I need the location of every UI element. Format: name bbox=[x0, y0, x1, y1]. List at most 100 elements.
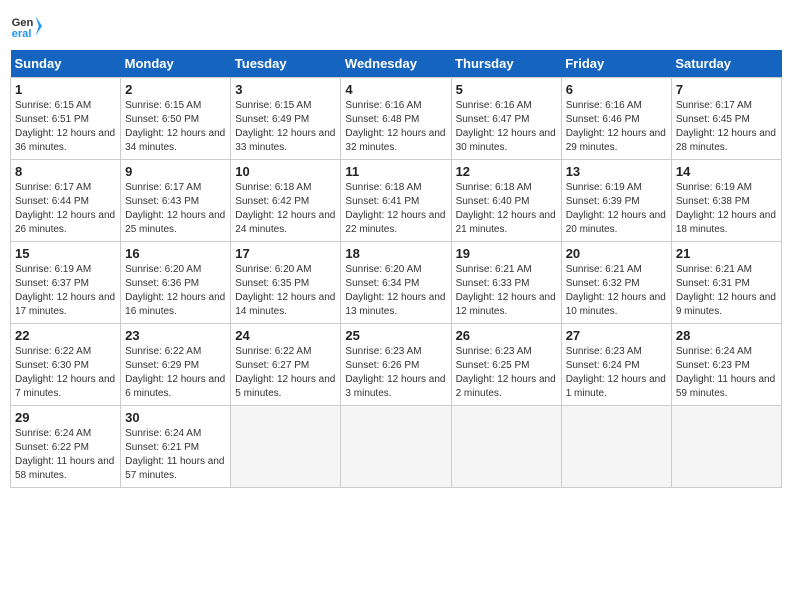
calendar-day-cell: 13 Sunrise: 6:19 AM Sunset: 6:39 PM Dayl… bbox=[561, 160, 671, 242]
day-info: Sunrise: 6:19 AM Sunset: 6:38 PM Dayligh… bbox=[676, 181, 777, 237]
day-number: 24 bbox=[235, 328, 336, 343]
calendar-day-cell: 29 Sunrise: 6:24 AM Sunset: 6:22 PM Dayl… bbox=[11, 406, 121, 488]
day-number: 13 bbox=[566, 164, 667, 179]
calendar-day-cell: 24 Sunrise: 6:22 AM Sunset: 6:27 PM Dayl… bbox=[231, 324, 341, 406]
day-info: Sunrise: 6:20 AM Sunset: 6:35 PM Dayligh… bbox=[235, 263, 336, 319]
calendar-day-cell: 11 Sunrise: 6:18 AM Sunset: 6:41 PM Dayl… bbox=[341, 160, 451, 242]
day-info: Sunrise: 6:18 AM Sunset: 6:40 PM Dayligh… bbox=[456, 181, 557, 237]
day-number: 3 bbox=[235, 82, 336, 97]
day-number: 20 bbox=[566, 246, 667, 261]
calendar-week-row: 29 Sunrise: 6:24 AM Sunset: 6:22 PM Dayl… bbox=[11, 406, 782, 488]
day-info: Sunrise: 6:20 AM Sunset: 6:36 PM Dayligh… bbox=[125, 263, 226, 319]
day-info: Sunrise: 6:16 AM Sunset: 6:47 PM Dayligh… bbox=[456, 99, 557, 155]
calendar-day-cell bbox=[561, 406, 671, 488]
page-header: Gen eral bbox=[10, 10, 782, 42]
day-info: Sunrise: 6:22 AM Sunset: 6:30 PM Dayligh… bbox=[15, 345, 116, 401]
day-number: 2 bbox=[125, 82, 226, 97]
day-number: 12 bbox=[456, 164, 557, 179]
day-info: Sunrise: 6:23 AM Sunset: 6:24 PM Dayligh… bbox=[566, 345, 667, 401]
day-info: Sunrise: 6:19 AM Sunset: 6:39 PM Dayligh… bbox=[566, 181, 667, 237]
day-info: Sunrise: 6:16 AM Sunset: 6:46 PM Dayligh… bbox=[566, 99, 667, 155]
day-info: Sunrise: 6:24 AM Sunset: 6:23 PM Dayligh… bbox=[676, 345, 777, 401]
calendar-day-cell: 26 Sunrise: 6:23 AM Sunset: 6:25 PM Dayl… bbox=[451, 324, 561, 406]
day-info: Sunrise: 6:17 AM Sunset: 6:44 PM Dayligh… bbox=[15, 181, 116, 237]
calendar-day-cell: 4 Sunrise: 6:16 AM Sunset: 6:48 PM Dayli… bbox=[341, 78, 451, 160]
calendar-day-cell bbox=[231, 406, 341, 488]
day-info: Sunrise: 6:15 AM Sunset: 6:51 PM Dayligh… bbox=[15, 99, 116, 155]
calendar-week-row: 22 Sunrise: 6:22 AM Sunset: 6:30 PM Dayl… bbox=[11, 324, 782, 406]
day-number: 30 bbox=[125, 410, 226, 425]
svg-text:Gen: Gen bbox=[12, 17, 34, 29]
day-of-week-header: Thursday bbox=[451, 50, 561, 78]
day-number: 10 bbox=[235, 164, 336, 179]
calendar-day-cell: 20 Sunrise: 6:21 AM Sunset: 6:32 PM Dayl… bbox=[561, 242, 671, 324]
calendar-day-cell: 10 Sunrise: 6:18 AM Sunset: 6:42 PM Dayl… bbox=[231, 160, 341, 242]
calendar-day-cell: 18 Sunrise: 6:20 AM Sunset: 6:34 PM Dayl… bbox=[341, 242, 451, 324]
day-number: 25 bbox=[345, 328, 446, 343]
calendar-day-cell: 17 Sunrise: 6:20 AM Sunset: 6:35 PM Dayl… bbox=[231, 242, 341, 324]
calendar-day-cell: 30 Sunrise: 6:24 AM Sunset: 6:21 PM Dayl… bbox=[121, 406, 231, 488]
day-info: Sunrise: 6:24 AM Sunset: 6:22 PM Dayligh… bbox=[15, 427, 116, 483]
day-info: Sunrise: 6:15 AM Sunset: 6:49 PM Dayligh… bbox=[235, 99, 336, 155]
day-info: Sunrise: 6:23 AM Sunset: 6:26 PM Dayligh… bbox=[345, 345, 446, 401]
day-of-week-header: Sunday bbox=[11, 50, 121, 78]
day-of-week-header: Friday bbox=[561, 50, 671, 78]
day-info: Sunrise: 6:24 AM Sunset: 6:21 PM Dayligh… bbox=[125, 427, 226, 483]
calendar-day-cell: 25 Sunrise: 6:23 AM Sunset: 6:26 PM Dayl… bbox=[341, 324, 451, 406]
day-number: 29 bbox=[15, 410, 116, 425]
day-info: Sunrise: 6:18 AM Sunset: 6:42 PM Dayligh… bbox=[235, 181, 336, 237]
day-number: 6 bbox=[566, 82, 667, 97]
day-number: 16 bbox=[125, 246, 226, 261]
day-info: Sunrise: 6:16 AM Sunset: 6:48 PM Dayligh… bbox=[345, 99, 446, 155]
calendar-week-row: 1 Sunrise: 6:15 AM Sunset: 6:51 PM Dayli… bbox=[11, 78, 782, 160]
day-info: Sunrise: 6:22 AM Sunset: 6:29 PM Dayligh… bbox=[125, 345, 226, 401]
day-number: 27 bbox=[566, 328, 667, 343]
day-info: Sunrise: 6:15 AM Sunset: 6:50 PM Dayligh… bbox=[125, 99, 226, 155]
calendar-day-cell: 5 Sunrise: 6:16 AM Sunset: 6:47 PM Dayli… bbox=[451, 78, 561, 160]
calendar-day-cell: 1 Sunrise: 6:15 AM Sunset: 6:51 PM Dayli… bbox=[11, 78, 121, 160]
calendar-body: 1 Sunrise: 6:15 AM Sunset: 6:51 PM Dayli… bbox=[11, 78, 782, 488]
day-info: Sunrise: 6:17 AM Sunset: 6:45 PM Dayligh… bbox=[676, 99, 777, 155]
calendar-day-cell: 2 Sunrise: 6:15 AM Sunset: 6:50 PM Dayli… bbox=[121, 78, 231, 160]
calendar-day-cell: 28 Sunrise: 6:24 AM Sunset: 6:23 PM Dayl… bbox=[671, 324, 781, 406]
day-info: Sunrise: 6:21 AM Sunset: 6:31 PM Dayligh… bbox=[676, 263, 777, 319]
day-number: 17 bbox=[235, 246, 336, 261]
calendar-day-cell: 12 Sunrise: 6:18 AM Sunset: 6:40 PM Dayl… bbox=[451, 160, 561, 242]
day-number: 8 bbox=[15, 164, 116, 179]
calendar-day-cell: 7 Sunrise: 6:17 AM Sunset: 6:45 PM Dayli… bbox=[671, 78, 781, 160]
calendar-day-cell: 8 Sunrise: 6:17 AM Sunset: 6:44 PM Dayli… bbox=[11, 160, 121, 242]
day-number: 7 bbox=[676, 82, 777, 97]
logo-icon: Gen eral bbox=[10, 10, 42, 42]
calendar-week-row: 8 Sunrise: 6:17 AM Sunset: 6:44 PM Dayli… bbox=[11, 160, 782, 242]
logo: Gen eral bbox=[10, 10, 46, 42]
svg-text:eral: eral bbox=[12, 28, 32, 40]
day-of-week-header: Tuesday bbox=[231, 50, 341, 78]
day-of-week-header: Monday bbox=[121, 50, 231, 78]
calendar-day-cell: 16 Sunrise: 6:20 AM Sunset: 6:36 PM Dayl… bbox=[121, 242, 231, 324]
calendar-table: SundayMondayTuesdayWednesdayThursdayFrid… bbox=[10, 50, 782, 488]
day-number: 1 bbox=[15, 82, 116, 97]
calendar-day-cell: 27 Sunrise: 6:23 AM Sunset: 6:24 PM Dayl… bbox=[561, 324, 671, 406]
calendar-header-row: SundayMondayTuesdayWednesdayThursdayFrid… bbox=[11, 50, 782, 78]
calendar-day-cell: 19 Sunrise: 6:21 AM Sunset: 6:33 PM Dayl… bbox=[451, 242, 561, 324]
day-info: Sunrise: 6:23 AM Sunset: 6:25 PM Dayligh… bbox=[456, 345, 557, 401]
calendar-day-cell: 6 Sunrise: 6:16 AM Sunset: 6:46 PM Dayli… bbox=[561, 78, 671, 160]
day-number: 4 bbox=[345, 82, 446, 97]
day-info: Sunrise: 6:17 AM Sunset: 6:43 PM Dayligh… bbox=[125, 181, 226, 237]
calendar-day-cell bbox=[671, 406, 781, 488]
day-number: 18 bbox=[345, 246, 446, 261]
day-number: 5 bbox=[456, 82, 557, 97]
day-number: 23 bbox=[125, 328, 226, 343]
day-number: 22 bbox=[15, 328, 116, 343]
day-number: 21 bbox=[676, 246, 777, 261]
calendar-day-cell bbox=[341, 406, 451, 488]
calendar-day-cell: 21 Sunrise: 6:21 AM Sunset: 6:31 PM Dayl… bbox=[671, 242, 781, 324]
day-of-week-header: Saturday bbox=[671, 50, 781, 78]
calendar-day-cell: 22 Sunrise: 6:22 AM Sunset: 6:30 PM Dayl… bbox=[11, 324, 121, 406]
day-number: 19 bbox=[456, 246, 557, 261]
calendar-day-cell: 23 Sunrise: 6:22 AM Sunset: 6:29 PM Dayl… bbox=[121, 324, 231, 406]
calendar-week-row: 15 Sunrise: 6:19 AM Sunset: 6:37 PM Dayl… bbox=[11, 242, 782, 324]
day-number: 15 bbox=[15, 246, 116, 261]
day-info: Sunrise: 6:21 AM Sunset: 6:33 PM Dayligh… bbox=[456, 263, 557, 319]
day-number: 28 bbox=[676, 328, 777, 343]
